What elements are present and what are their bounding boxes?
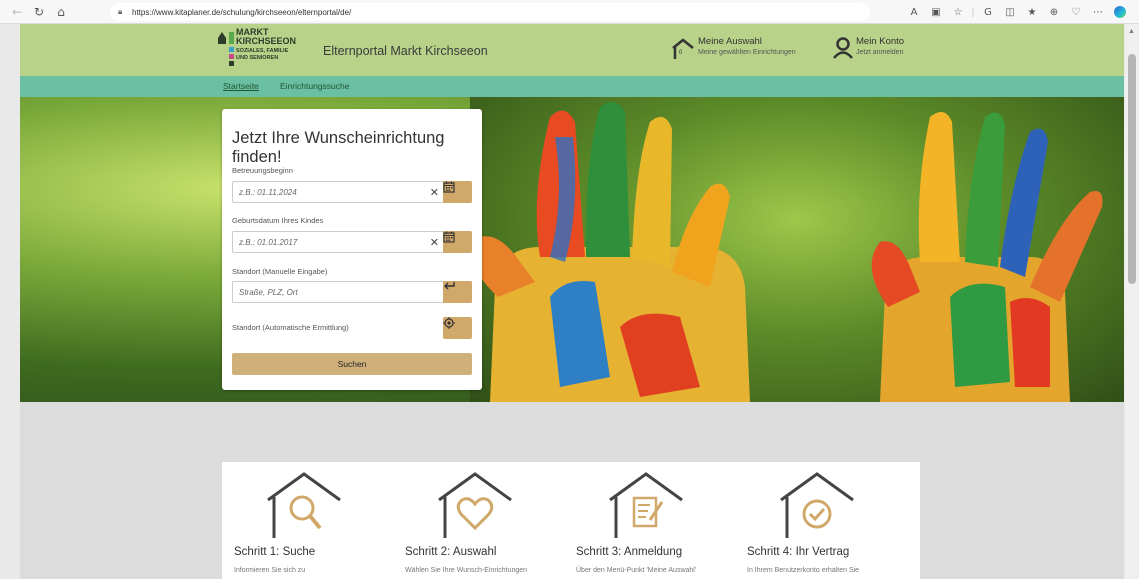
logo-subtitle: SOZIALES, FAMILIE UND SENIOREN bbox=[236, 48, 289, 61]
step-4-desc: In Ihrem Benutzerkonto erhalten Sie bbox=[747, 567, 860, 574]
steps-section: Schritt 1: Suche Informieren Sie sich zu… bbox=[222, 462, 920, 579]
hero-banner: Jetzt Ihre Wunscheinrichtung finden! Bet… bbox=[20, 97, 1124, 402]
step-3: Schritt 3: Anmeldung Über den Menü-Punkt… bbox=[564, 462, 734, 579]
split-screen-icon[interactable]: ◫ bbox=[999, 0, 1021, 24]
step-1-title: Schritt 1: Suche bbox=[234, 546, 316, 558]
more-menu-icon[interactable]: ⋯ bbox=[1087, 0, 1109, 24]
step-2-desc: Wählen Sie Ihre Wunsch-Einrichtungen bbox=[405, 567, 528, 574]
selection-subtitle: Meine gewählten Einrichtungen bbox=[698, 49, 796, 56]
auto-location-button[interactable] bbox=[443, 317, 472, 339]
heart-icon bbox=[438, 472, 512, 538]
reader-view-icon[interactable]: ▣ bbox=[925, 0, 947, 24]
start-date-calendar-button[interactable] bbox=[443, 181, 472, 203]
search-title: Jetzt Ihre Wunscheinrichtung finden! bbox=[232, 129, 445, 166]
step-3-title: Schritt 3: Anmeldung bbox=[576, 546, 683, 558]
site-title[interactable]: Elternportal Markt Kirchseeon bbox=[323, 44, 488, 58]
step-2-title: Schritt 2: Auswahl bbox=[405, 546, 497, 558]
manual-location-label: Standort (Manuelle Eingabe) bbox=[232, 267, 328, 276]
manual-location-input[interactable]: Straße, PLZ, Ort bbox=[232, 281, 472, 303]
account-subtitle: Jetzt anmelden bbox=[856, 49, 904, 56]
site-logo[interactable]: MARKT KIRCHSEEON SOZIALES, FAMILIE UND S… bbox=[216, 28, 316, 72]
extensions-icon[interactable]: G bbox=[977, 0, 999, 24]
step-2: Schritt 2: Auswahl Wählen Sie Ihre Wunsc… bbox=[393, 462, 563, 579]
url-text: https://www.kitaplaner.de/schulung/kirch… bbox=[132, 7, 352, 17]
home-icon[interactable]: ⌂ bbox=[50, 0, 72, 24]
start-date-label: Betreuungsbeginn bbox=[232, 166, 293, 175]
favorites-icon[interactable]: ★ bbox=[1021, 0, 1043, 24]
search-icon bbox=[267, 472, 341, 538]
browser-toolbar: ← ↻ ⌂ 🔒︎ https://www.kitaplaner.de/schul… bbox=[0, 0, 1139, 24]
enter-arrow-icon bbox=[444, 282, 455, 290]
calendar-icon bbox=[443, 181, 455, 193]
clear-birth-date-icon[interactable]: ✕ bbox=[430, 236, 439, 249]
start-date-placeholder: z.B.: 01.11.2024 bbox=[239, 188, 297, 197]
nav-item-startseite[interactable]: Startseite bbox=[223, 81, 259, 91]
check-icon bbox=[780, 472, 854, 538]
start-date-input[interactable]: z.B.: 01.11.2024 ✕ bbox=[232, 181, 472, 203]
calendar-icon bbox=[443, 231, 455, 243]
website: MARKT KIRCHSEEON SOZIALES, FAMILIE UND S… bbox=[20, 24, 1124, 579]
reload-icon[interactable]: ↻ bbox=[28, 0, 50, 24]
search-submit-button[interactable]: Suchen bbox=[232, 353, 472, 375]
page-scrollbar[interactable]: ▲ bbox=[1125, 24, 1139, 579]
back-icon[interactable]: ← bbox=[6, 0, 28, 24]
toolbar-separator: | bbox=[971, 6, 975, 18]
scroll-up-icon[interactable]: ▲ bbox=[1128, 28, 1135, 35]
step-1: Schritt 1: Suche Informieren Sie sich zu bbox=[222, 462, 392, 579]
enter-location-button[interactable] bbox=[443, 281, 472, 303]
step-4-title: Schritt 4: Ihr Vertrag bbox=[747, 546, 850, 558]
clear-start-date-icon[interactable]: ✕ bbox=[430, 186, 439, 199]
painted-hands-image bbox=[473, 102, 1103, 402]
my-selection-link[interactable]: 0 Meine Auswahl Meine gewählten Einricht… bbox=[670, 36, 796, 66]
scrollbar-thumb[interactable] bbox=[1128, 54, 1136, 284]
read-aloud-icon[interactable]: A bbox=[903, 0, 925, 24]
selection-title: Meine Auswahl bbox=[698, 36, 762, 47]
birth-date-calendar-button[interactable] bbox=[443, 231, 472, 253]
logo-line2: KIRCHSEEON bbox=[236, 36, 297, 46]
auto-location-label: Standort (Automatische Ermittlung) bbox=[232, 323, 349, 332]
account-title: Mein Konto bbox=[856, 36, 905, 47]
site-header: MARKT KIRCHSEEON SOZIALES, FAMILIE UND S… bbox=[20, 24, 1124, 76]
form-icon bbox=[609, 472, 683, 538]
birth-date-input[interactable]: z.B.: 01.01.2017 ✕ bbox=[232, 231, 472, 253]
browser-essentials-icon[interactable]: ♡ bbox=[1065, 0, 1087, 24]
user-icon bbox=[832, 36, 856, 64]
step-3-desc: Über den Menü-Punkt 'Meine Auswahl' bbox=[576, 567, 697, 574]
edge-copilot-icon[interactable] bbox=[1109, 0, 1131, 24]
logo-mark-icon bbox=[218, 32, 234, 66]
favorite-star-icon[interactable]: ☆ bbox=[947, 0, 969, 24]
locate-target-icon bbox=[443, 317, 455, 329]
house-icon: 0 bbox=[670, 36, 698, 64]
selection-count-badge: 0 bbox=[679, 50, 683, 56]
search-card: Jetzt Ihre Wunscheinrichtung finden! Bet… bbox=[222, 109, 482, 390]
lock-icon: 🔒︎ bbox=[118, 7, 123, 16]
nav-item-einrichtungssuche[interactable]: Einrichtungssuche bbox=[280, 81, 349, 91]
birth-date-placeholder: z.B.: 01.01.2017 bbox=[239, 238, 298, 247]
birth-date-label: Geburtsdatum Ihres Kindes bbox=[232, 216, 324, 225]
my-account-link[interactable]: Mein Konto Jetzt anmelden bbox=[832, 36, 904, 66]
manual-location-placeholder: Straße, PLZ, Ort bbox=[239, 288, 298, 297]
main-nav: Startseite Einrichtungssuche bbox=[20, 76, 1124, 97]
address-bar[interactable]: 🔒︎ https://www.kitaplaner.de/schulung/ki… bbox=[110, 3, 870, 21]
collections-icon[interactable]: ⊕ bbox=[1043, 0, 1065, 24]
step-4: Schritt 4: Ihr Vertrag In Ihrem Benutzer… bbox=[735, 462, 905, 579]
step-1-desc: Informieren Sie sich zu bbox=[234, 567, 306, 574]
